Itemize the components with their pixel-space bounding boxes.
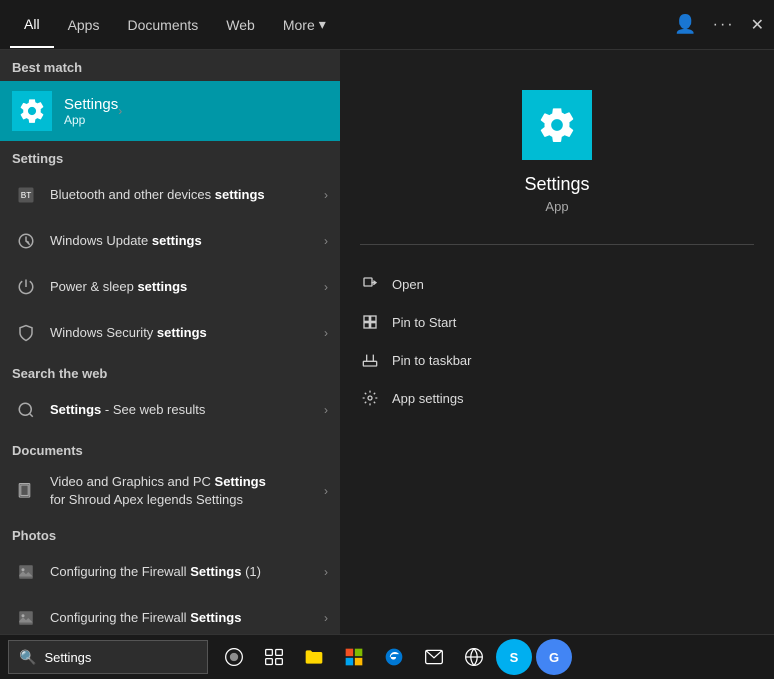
- app-settings-action[interactable]: App settings: [360, 379, 754, 417]
- power-sleep-text: Power & sleep settings: [50, 279, 324, 296]
- best-match-subtitle: App: [64, 113, 118, 127]
- google-icon[interactable]: G: [536, 639, 572, 675]
- power-icon: [12, 273, 40, 301]
- arrow-icon: ›: [324, 484, 328, 498]
- arrow-icon: ›: [324, 611, 328, 625]
- best-match-header: Best match: [0, 50, 340, 81]
- app-name: Settings: [524, 174, 589, 195]
- list-item[interactable]: Settings - See web results ›: [0, 387, 340, 433]
- photo-icon: [12, 604, 40, 632]
- pin-to-taskbar-action[interactable]: Pin to taskbar: [360, 341, 754, 379]
- skype-icon[interactable]: S: [496, 639, 532, 675]
- pin-start-icon: [360, 312, 380, 332]
- settings-large-icon: [522, 90, 592, 160]
- app-settings-label: App settings: [392, 391, 464, 406]
- app-type: App: [545, 199, 568, 214]
- task-view-icon[interactable]: [256, 639, 292, 675]
- arrow-icon: ›: [324, 188, 328, 202]
- feedback-icon[interactable]: 👤: [674, 14, 696, 35]
- list-item[interactable]: Windows Update settings ›: [0, 218, 340, 264]
- photos-header: Photos: [0, 518, 340, 549]
- search-web-text: Settings - See web results: [50, 402, 324, 419]
- tab-documents[interactable]: Documents: [113, 3, 212, 47]
- taskbar-icons: S G: [216, 639, 572, 675]
- search-input[interactable]: [44, 650, 220, 665]
- video-graphics-text: Video and Graphics and PC Settingsfor Sh…: [50, 473, 324, 509]
- search-web-header: Search the web: [0, 356, 340, 387]
- tab-all[interactable]: All: [10, 2, 54, 48]
- windows-security-text: Windows Security settings: [50, 325, 324, 342]
- more-options-icon[interactable]: ···: [713, 16, 735, 34]
- shield-icon: [12, 319, 40, 347]
- pin-to-start-action[interactable]: Pin to Start: [360, 303, 754, 341]
- search-icon: 🔍: [19, 649, 36, 666]
- action-list: Open Pin to Start Pin to taskbar App set…: [340, 255, 774, 427]
- bluetooth-icon: BT: [12, 181, 40, 209]
- cortana-icon[interactable]: [216, 639, 252, 675]
- tab-web[interactable]: Web: [212, 3, 269, 47]
- best-match-title: Settings: [64, 96, 118, 113]
- open-action[interactable]: Open: [360, 265, 754, 303]
- app-settings-icon: [360, 388, 380, 408]
- right-divider: [360, 244, 754, 245]
- list-item[interactable]: Video and Graphics and PC Settingsfor Sh…: [0, 464, 340, 518]
- best-match-item[interactable]: Settings App ›: [0, 81, 340, 141]
- firewall-settings-1-text: Configuring the Firewall Settings (1): [50, 564, 324, 581]
- best-match-text: Settings App: [64, 96, 118, 127]
- list-item[interactable]: Configuring the Firewall Settings ›: [0, 595, 340, 634]
- list-item[interactable]: Configuring the Firewall Settings (1) ›: [0, 549, 340, 595]
- update-icon: [12, 227, 40, 255]
- top-nav: All Apps Documents Web More ▾ 👤 ··· ✕: [0, 0, 774, 50]
- edge-icon[interactable]: [376, 639, 412, 675]
- main-layout: Best match Settings App › Settings BT Bl…: [0, 50, 774, 634]
- microsoft-store-icon[interactable]: [336, 639, 372, 675]
- list-item[interactable]: Power & sleep settings ›: [0, 264, 340, 310]
- arrow-icon: ›: [324, 326, 328, 340]
- documents-header: Documents: [0, 433, 340, 464]
- nav-actions: 👤 ··· ✕: [674, 14, 764, 35]
- open-icon: [360, 274, 380, 294]
- search-bar[interactable]: 🔍: [8, 640, 208, 674]
- pin-taskbar-icon: [360, 350, 380, 370]
- close-icon[interactable]: ✕: [751, 15, 764, 35]
- pin-start-label: Pin to Start: [392, 315, 456, 330]
- list-item[interactable]: BT Bluetooth and other devices settings …: [0, 172, 340, 218]
- pin-taskbar-label: Pin to taskbar: [392, 353, 472, 368]
- search-web-icon: [12, 396, 40, 424]
- photo-icon: [12, 558, 40, 586]
- bluetooth-settings-text: Bluetooth and other devices settings: [50, 187, 324, 204]
- app-info: Settings App: [340, 50, 774, 234]
- svg-text:BT: BT: [21, 191, 32, 200]
- mail-icon[interactable]: [416, 639, 452, 675]
- document-icon: [12, 477, 40, 505]
- best-match-arrow: ›: [118, 104, 122, 118]
- settings-app-icon: [12, 91, 52, 131]
- left-panel: Best match Settings App › Settings BT Bl…: [0, 50, 340, 634]
- tab-more[interactable]: More ▾: [269, 2, 340, 47]
- taskbar: 🔍 S G: [0, 634, 774, 679]
- open-label: Open: [392, 277, 424, 292]
- right-panel: Settings App Open Pin to Start: [340, 50, 774, 634]
- globe-icon[interactable]: [456, 639, 492, 675]
- list-item[interactable]: Windows Security settings ›: [0, 310, 340, 356]
- firewall-settings-2-text: Configuring the Firewall Settings: [50, 610, 324, 627]
- arrow-icon: ›: [324, 234, 328, 248]
- settings-section-header: Settings: [0, 141, 340, 172]
- chevron-down-icon: ▾: [319, 16, 326, 33]
- arrow-icon: ›: [324, 565, 328, 579]
- tab-apps[interactable]: Apps: [54, 3, 114, 47]
- windows-update-text: Windows Update settings: [50, 233, 324, 250]
- arrow-icon: ›: [324, 280, 328, 294]
- file-explorer-icon[interactable]: [296, 639, 332, 675]
- arrow-icon: ›: [324, 403, 328, 417]
